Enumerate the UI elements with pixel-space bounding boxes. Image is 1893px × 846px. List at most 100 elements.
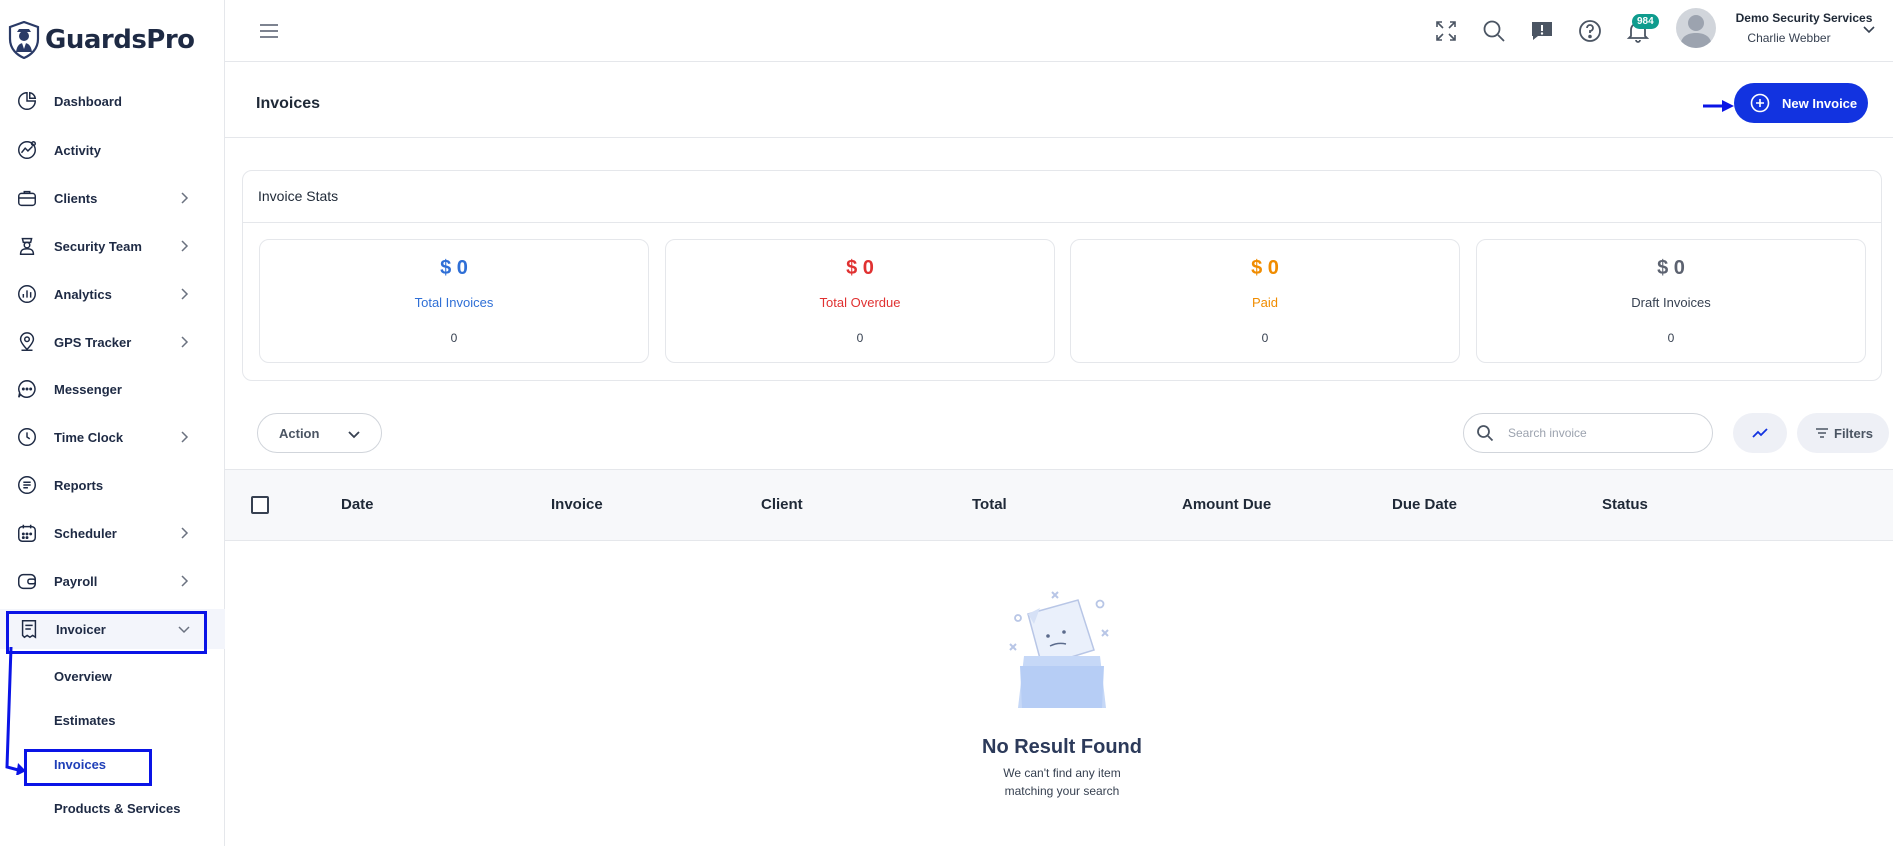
guard-shield-logo-icon <box>8 21 40 59</box>
chevron-right-icon <box>181 431 189 443</box>
report-icon <box>14 472 40 498</box>
user-name[interactable]: Charlie Webber <box>1724 31 1854 45</box>
stat-amount: $ 0 <box>1251 257 1279 279</box>
annotation-arrow-icon <box>5 646 26 775</box>
sidebar-item-dashboard[interactable]: Dashboard <box>0 81 225 121</box>
stat-count: 0 <box>856 331 864 345</box>
hamburger-menu-icon[interactable] <box>258 20 280 42</box>
calendar-icon <box>14 520 40 546</box>
stat-label: Total Invoices <box>414 295 494 310</box>
feedback-icon[interactable] <box>1529 18 1555 44</box>
sidebar-item-label: Messenger <box>54 381 122 397</box>
empty-state-title: No Result Found <box>982 736 1142 758</box>
new-invoice-label: New Invoice <box>1782 95 1858 111</box>
fullscreen-icon[interactable] <box>1433 18 1459 44</box>
help-icon[interactable] <box>1577 18 1603 44</box>
sidebar-item-messenger[interactable]: Messenger <box>0 369 225 409</box>
trend-line-icon <box>1752 428 1768 438</box>
column-header-amount-due[interactable]: Amount Due <box>1182 496 1271 513</box>
page-title-bar <box>225 62 1893 138</box>
action-dropdown-label: Action <box>279 425 320 441</box>
chevron-down-icon <box>348 431 360 439</box>
activity-icon <box>14 137 40 163</box>
stat-amount: $ 0 <box>1657 257 1685 279</box>
stat-card-paid[interactable]: $ 0 Paid 0 <box>1070 239 1460 363</box>
sidebar-item-label: Security Team <box>54 238 142 254</box>
new-invoice-button[interactable]: New Invoice <box>1734 83 1868 123</box>
chat-icon <box>14 376 40 402</box>
avatar[interactable] <box>1676 8 1716 48</box>
column-header-date[interactable]: Date <box>341 496 374 513</box>
column-header-due-date[interactable]: Due Date <box>1392 496 1457 513</box>
action-dropdown[interactable]: Action <box>257 413 382 453</box>
map-pin-icon <box>14 329 40 355</box>
stat-label: Paid <box>1251 295 1279 310</box>
empty-folder-illustration-icon <box>1009 591 1109 708</box>
sidebar-subitem-products-services[interactable]: Products & Services <box>54 801 180 816</box>
column-header-status[interactable]: Status <box>1602 496 1648 513</box>
sidebar-item-label: Clients <box>54 190 98 206</box>
stat-card-total-overdue[interactable]: $ 0 Total Overdue 0 <box>665 239 1055 363</box>
sidebar-item-security-team[interactable]: Security Team <box>0 226 225 266</box>
analytics-icon <box>14 281 40 307</box>
annotation-box-invoices <box>24 749 152 786</box>
stat-label: Draft Invoices <box>1631 295 1711 310</box>
search-icon[interactable] <box>1481 18 1507 44</box>
select-all-checkbox[interactable] <box>251 496 269 514</box>
company-name[interactable]: Demo Security Services <box>1724 11 1884 25</box>
stat-count: 0 <box>1667 331 1675 345</box>
chevron-right-icon <box>181 192 189 204</box>
sidebar-item-label: Reports <box>54 477 104 493</box>
sidebar-item-label: Scheduler <box>54 525 117 541</box>
stat-count: 0 <box>1261 331 1269 345</box>
chart-toggle-button[interactable] <box>1733 413 1787 453</box>
wallet-icon <box>14 568 40 594</box>
sidebar-item-label: GPS Tracker <box>54 334 132 350</box>
column-header-total[interactable]: Total <box>972 496 1007 513</box>
sidebar: GuardsPro Dashboard Activity Clients Sec… <box>0 0 225 846</box>
sidebar-subitem-overview[interactable]: Overview <box>54 669 112 684</box>
chevron-right-icon <box>181 240 189 252</box>
filters-button[interactable]: Filters <box>1797 413 1889 453</box>
logo[interactable]: GuardsPro <box>8 20 195 60</box>
briefcase-icon <box>14 185 40 211</box>
search-input[interactable] <box>1508 426 1688 440</box>
chevron-right-icon <box>181 527 189 539</box>
sidebar-item-clients[interactable]: Clients <box>0 178 225 218</box>
column-header-client[interactable]: Client <box>761 496 803 513</box>
search-icon <box>1477 425 1494 442</box>
chevron-down-icon[interactable] <box>1862 22 1876 36</box>
stat-label: Total Overdue <box>819 295 901 310</box>
sidebar-item-scheduler[interactable]: Scheduler <box>0 513 225 553</box>
sidebar-subitem-estimates[interactable]: Estimates <box>54 713 115 728</box>
plus-circle-icon <box>1750 93 1770 113</box>
chevron-right-icon <box>181 336 189 348</box>
stat-card-total-invoices[interactable]: $ 0 Total Invoices 0 <box>259 239 649 363</box>
app-name: GuardsPro <box>45 25 195 55</box>
sidebar-item-label: Time Clock <box>54 429 124 445</box>
annotation-box-invoicer <box>6 611 207 654</box>
sidebar-item-reports[interactable]: Reports <box>0 465 225 505</box>
guard-icon <box>14 233 40 259</box>
search-box[interactable] <box>1463 413 1713 453</box>
page-title: Invoices <box>256 95 321 112</box>
invoice-stats-heading: Invoice Stats <box>258 188 339 204</box>
stat-amount: $ 0 <box>846 257 874 279</box>
sidebar-item-label: Payroll <box>54 573 98 589</box>
sidebar-item-payroll[interactable]: Payroll <box>0 561 225 601</box>
stat-card-draft-invoices[interactable]: $ 0 Draft Invoices 0 <box>1476 239 1866 363</box>
sidebar-item-label: Dashboard <box>54 93 122 109</box>
sidebar-item-gps-tracker[interactable]: GPS Tracker <box>0 322 225 362</box>
chevron-right-icon <box>181 288 189 300</box>
divider <box>242 222 1882 223</box>
column-header-invoice[interactable]: Invoice <box>551 496 603 513</box>
stat-count: 0 <box>450 331 458 345</box>
notification-badge: 984 <box>1632 14 1659 29</box>
empty-state-message: We can't find any item matching your sea… <box>862 764 1262 800</box>
empty-state-line: matching your search <box>1004 784 1120 798</box>
sidebar-item-activity[interactable]: Activity <box>0 130 225 170</box>
sidebar-item-analytics[interactable]: Analytics <box>0 274 225 314</box>
filter-icon <box>1816 428 1828 438</box>
stat-amount: $ 0 <box>440 257 468 279</box>
sidebar-item-time-clock[interactable]: Time Clock <box>0 417 225 457</box>
